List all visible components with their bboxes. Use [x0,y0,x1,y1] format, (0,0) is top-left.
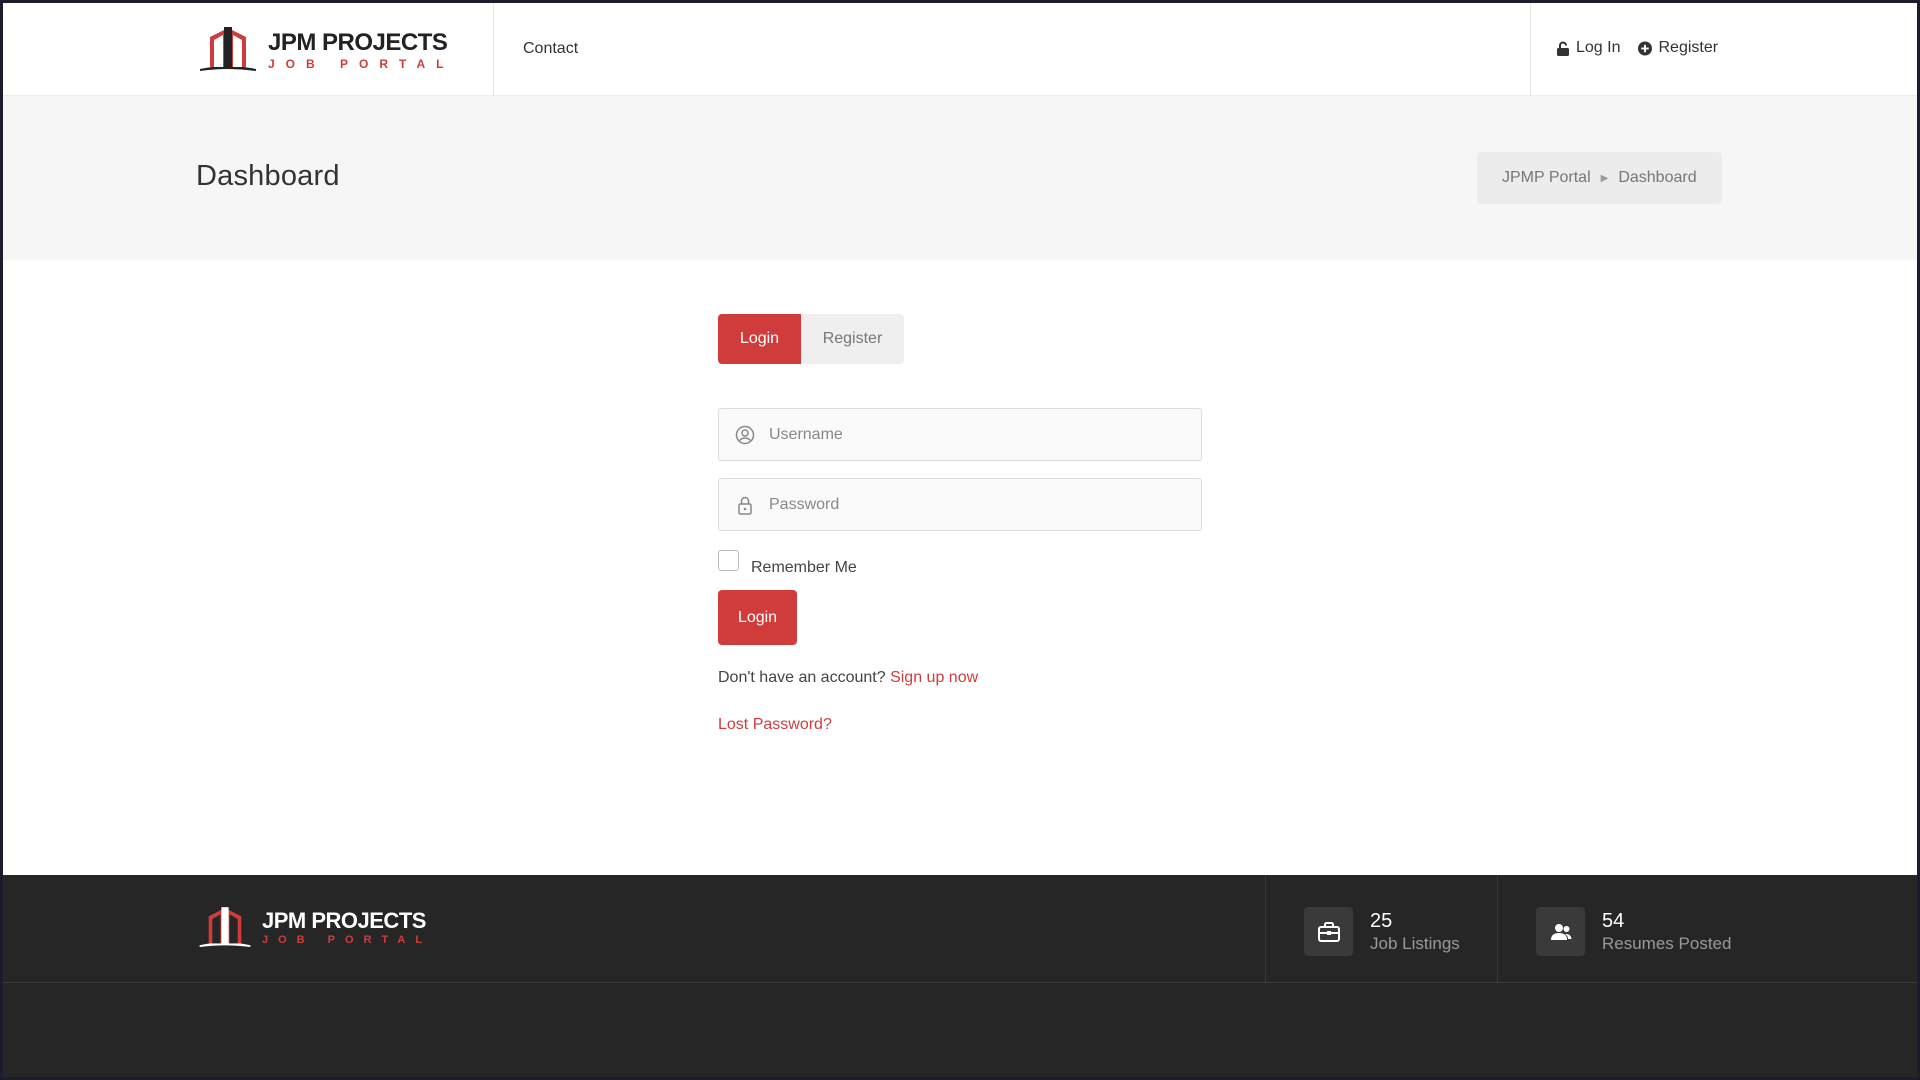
site-header: JPM PROJECTS JOB PORTAL Contact Log In R… [3,3,1917,96]
users-icon [1550,923,1571,940]
plus-circle-icon [1638,41,1653,55]
signup-prompt-text: Don't have an account? [718,669,886,686]
breadcrumb-chevron-icon: ▶ [1600,172,1609,184]
stat-job-listings: 25 Job Listings [1304,907,1460,956]
breadcrumb-home-link[interactable]: JPMP Portal [1502,169,1591,187]
logo-title: JPM PROJECTS [268,28,448,56]
site-footer: JPM PROJECTS JOB PORTAL 25 Job Listings … [3,875,1917,1077]
site-logo[interactable]: JPM PROJECTS JOB PORTAL [196,25,454,75]
header-login-label: Log In [1576,39,1621,56]
header-divider-right [1530,3,1531,96]
lock-icon [738,496,752,515]
stat-resumes-posted: 54 Resumes Posted [1536,907,1731,956]
header-register-label: Register [1658,39,1719,56]
remember-me-label[interactable]: Remember Me [751,559,857,577]
footer-logo-title: JPM PROJECTS [262,908,426,933]
footer-divider-2 [1497,875,1498,983]
username-field [718,408,1202,461]
header-login-link[interactable]: Log In [1556,39,1620,57]
stat-job-listings-value: 25 [1370,909,1393,932]
header-divider-left [493,3,494,96]
login-submit-button[interactable]: Login [718,590,797,645]
header-register-link[interactable]: Register [1638,39,1718,57]
tab-register[interactable]: Register [801,314,904,364]
remember-me-checkbox[interactable] [718,550,739,571]
tab-login[interactable]: Login [718,314,801,364]
briefcase-icon [1317,921,1340,942]
footer-logo[interactable]: JPM PROJECTS JOB PORTAL [196,905,432,951]
logo-subtitle: JOB PORTAL [268,56,455,71]
password-field [718,478,1202,531]
jpm-logo-icon [199,907,251,948]
page-title: Dashboard [196,160,340,192]
header-auth-links: Log In Register [1556,39,1718,57]
password-input[interactable] [769,495,1169,514]
breadcrumb: JPMP Portal ▶ Dashboard [1477,152,1722,204]
user-circle-icon [735,425,755,444]
auth-tabs: Login Register [718,314,904,364]
jpm-logo-icon [200,27,256,71]
unlock-icon [1557,41,1569,56]
stat-resumes-posted-value: 54 [1602,909,1625,932]
nav-contact-link[interactable]: Contact [523,40,578,58]
username-input[interactable] [769,425,1169,444]
footer-divider-1 [1265,875,1266,983]
breadcrumb-current: Dashboard [1618,169,1697,186]
footer-top: JPM PROJECTS JOB PORTAL 25 Job Listings … [3,875,1917,983]
lost-password-link[interactable]: Lost Password? [718,716,832,734]
remember-me-row: Remember Me [718,550,857,576]
footer-logo-subtitle: JOB PORTAL [262,934,433,946]
signup-link[interactable]: Sign up now [890,669,978,686]
title-band: Dashboard JPMP Portal ▶ Dashboard [3,96,1917,260]
signup-prompt: Don't have an account? Sign up now [718,669,978,687]
stat-job-listings-label: Job Listings [1370,933,1460,953]
stat-resumes-posted-label: Resumes Posted [1602,933,1732,953]
browser-viewport: JPM PROJECTS JOB PORTAL Contact Log In R… [3,3,1917,1077]
